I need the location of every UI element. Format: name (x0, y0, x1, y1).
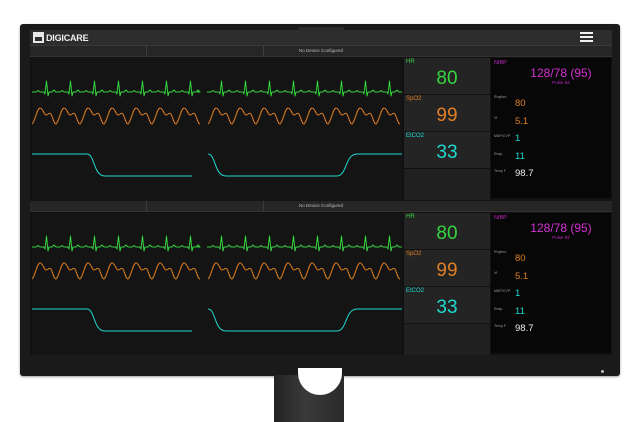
etco2-box[interactable]: EtCO2 33 (404, 132, 490, 169)
spo2-box[interactable]: SpO2 99 (404, 250, 490, 287)
param-value: 11 (515, 151, 525, 162)
hamburger-menu-icon[interactable] (580, 32, 593, 42)
param-label: Temp F (494, 324, 506, 328)
waveform-area (32, 213, 402, 355)
patient-panel-1: No Device Configured HR 80 SpO2 99 EtCO2… (30, 46, 612, 201)
param-value: 5.1 (515, 271, 529, 282)
spo2-label: SpO2 (406, 96, 422, 102)
ecg-waveform (32, 80, 402, 97)
logo-text: DIGICARE (46, 32, 89, 43)
power-led (601, 370, 604, 373)
param-value: 5.1 (515, 116, 529, 127)
nibp-panel[interactable]: NIBP 128/78 (95) Pulse 82 Rhythm 80 Vt 5… (491, 213, 611, 353)
hr-value: 80 (436, 223, 458, 244)
etco2-value: 33 (436, 297, 458, 318)
device-status: No Device Configured (298, 203, 344, 208)
spo2-label: SpO2 (406, 251, 422, 257)
monitor-screen: DIGICARE No Device Configured HR 80 SpO2 (30, 30, 612, 355)
hr-box[interactable]: HR 80 (404, 58, 490, 95)
param-value: 98.7 (515, 168, 534, 179)
etco2-label: EtCO2 (406, 288, 425, 294)
nibp-pulse: Pulse 82 (552, 80, 570, 85)
etco2-label: EtCO2 (406, 133, 425, 139)
param-label: Resp (494, 307, 503, 311)
param-label: Temp F (494, 169, 506, 173)
param-label: Rhythm (494, 250, 507, 254)
capno-waveform (32, 153, 402, 177)
param-label: MAP/CVP (494, 289, 511, 293)
hr-box[interactable]: HR 80 (404, 213, 490, 250)
waveform-area (32, 58, 402, 200)
top-bar: DIGICARE (30, 30, 612, 46)
param-label: Vt (494, 271, 498, 275)
ecg-waveform (32, 235, 402, 252)
pleth-waveform (32, 107, 401, 125)
waveform-canvas (32, 80, 402, 177)
hr-label: HR (406, 59, 415, 65)
param-value: 1 (515, 133, 521, 144)
param-label: Resp (494, 152, 503, 156)
waveform-canvas (32, 235, 402, 332)
param-label: Vt (494, 116, 498, 120)
hr-value: 80 (436, 68, 458, 89)
nibp-value: 128/78 (95) (530, 221, 592, 235)
empty-vital-box (404, 324, 490, 355)
etco2-box[interactable]: EtCO2 33 (404, 287, 490, 324)
monitor-stage: DIGICARE No Device Configured HR 80 SpO2 (0, 0, 640, 422)
spo2-box[interactable]: SpO2 99 (404, 95, 490, 132)
device-status: No Device Configured (298, 48, 344, 53)
patient-panel-2: No Device Configured HR 80 SpO2 99 EtCO2… (30, 201, 612, 355)
param-value: 98.7 (515, 323, 534, 334)
nibp-value: 128/78 (95) (530, 66, 592, 80)
param-label: Rhythm (494, 95, 507, 99)
nibp-label: NIBP (494, 60, 507, 66)
panel-header: No Device Configured (30, 201, 612, 212)
nibp-pulse: Pulse 82 (552, 235, 570, 240)
etco2-value: 33 (436, 142, 458, 163)
spo2-value: 99 (436, 260, 458, 281)
pleth-waveform (32, 262, 401, 280)
app-logo: DIGICARE (33, 31, 89, 44)
hr-label: HR (406, 214, 415, 220)
param-value: 80 (515, 98, 526, 109)
capno-waveform (32, 308, 402, 332)
nibp-label: NIBP (494, 215, 507, 221)
param-label: MAP/CVP (494, 134, 511, 138)
spo2-value: 99 (436, 105, 458, 126)
panel-header: No Device Configured (30, 46, 612, 57)
empty-vital-box (404, 169, 490, 201)
param-value: 1 (515, 288, 521, 299)
param-value: 80 (515, 253, 526, 264)
nibp-panel[interactable]: NIBP 128/78 (95) Pulse 82 Rhythm 80 Vt 5… (491, 58, 611, 198)
param-value: 11 (515, 306, 525, 317)
logo-icon (33, 32, 44, 43)
